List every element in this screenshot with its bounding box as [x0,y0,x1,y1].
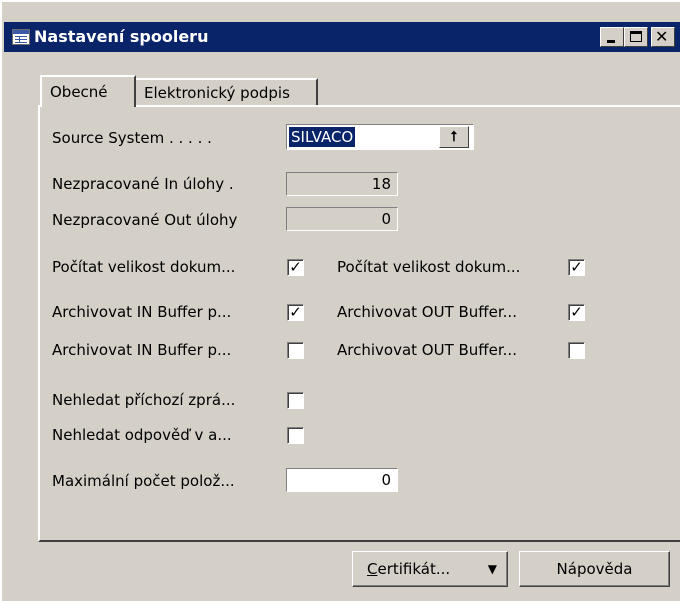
certifikat-accel: C [367,560,378,578]
lookup-arrow-icon[interactable]: ⭡ [439,126,469,148]
minimize-icon [607,40,615,43]
left-checkbox-3[interactable] [287,342,304,359]
dropdown-arrow-icon: ▼ [487,562,497,576]
nezpracovane-out-field: 0 [286,207,398,231]
lower-checkbox-1[interactable] [287,392,304,409]
lower-check-label-2: Nehledat odpověď v a... [52,426,232,444]
close-icon: ✕ [655,27,669,46]
nezpracovane-out-label: Nezpracované Out úlohy [52,211,238,229]
table-icon [12,29,30,45]
nezpracovane-in-label: Nezpracované In úlohy . [52,175,234,193]
right-checkbox-1[interactable]: ✓ [568,259,585,276]
title-bar[interactable]: Nastavení spooleru ✕ [4,22,680,52]
right-check-label-3: Archivovat OUT Buffer... [337,341,517,359]
certifikat-button[interactable]: Certifikát... ▼ [352,551,508,587]
source-system-select[interactable]: SILVACO ⭡ [286,124,474,150]
left-check-label-2: Archivovat IN Buffer p... [52,303,232,321]
tab-elektronicky-podpis[interactable]: Elektronický podpis [136,78,318,105]
dialog-window: Nastavení spooleru ✕ Obecné Elektronický… [0,0,680,601]
nezpracovane-in-field: 18 [286,172,398,196]
left-checkbox-1[interactable]: ✓ [287,259,304,276]
maximize-button[interactable] [624,27,648,47]
certifikat-label: ertifikát... [377,560,451,578]
window-title: Nastavení spooleru [34,27,209,46]
right-check-label-2: Archivovat OUT Buffer... [337,303,517,321]
left-checkbox-2[interactable]: ✓ [287,304,304,321]
source-system-value[interactable]: SILVACO [289,127,356,147]
right-checkbox-3[interactable] [568,342,585,359]
max-pocet-label: Maximální počet polož... [52,472,235,490]
left-check-label-3: Archivovat IN Buffer p... [52,341,232,359]
source-system-label: Source System . . . . . [52,129,212,147]
tab-obecne[interactable]: Obecné [40,75,136,107]
right-checkbox-2[interactable]: ✓ [568,304,585,321]
minimize-button[interactable] [600,27,624,47]
right-check-label-1: Počítat velikost dokum... [337,258,521,276]
lower-checkbox-2[interactable] [287,427,304,444]
napoveda-button[interactable]: Nápověda [519,551,670,587]
close-button[interactable]: ✕ [651,27,675,47]
max-pocet-field[interactable]: 0 [286,468,398,492]
maximize-icon [630,31,642,42]
lower-check-label-1: Nehledat příchozí zprá... [52,391,236,409]
left-check-label-1: Počítat velikost dokum... [52,258,236,276]
